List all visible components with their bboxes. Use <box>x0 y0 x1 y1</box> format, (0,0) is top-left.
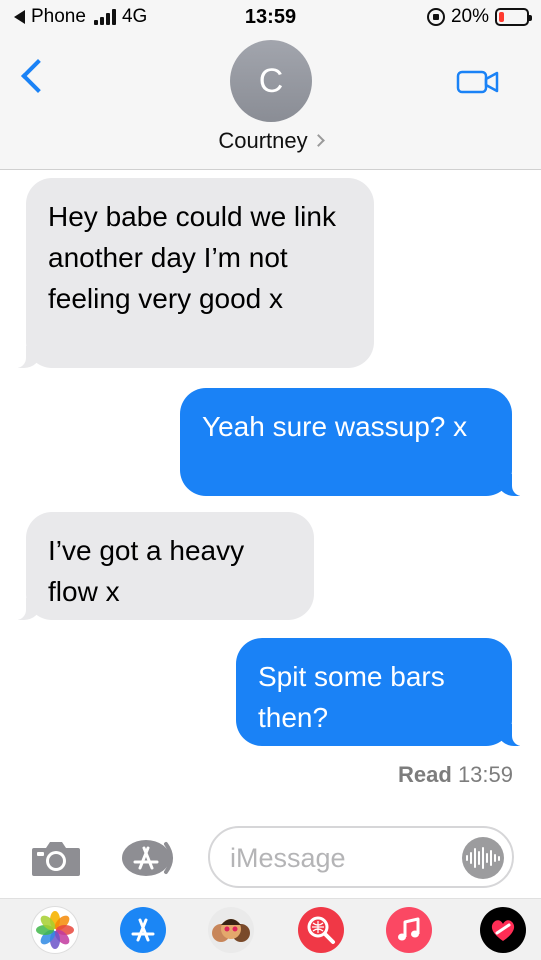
message-bubble-outgoing[interactable]: Spit some bars then? <box>236 638 524 746</box>
message-text: Spit some bars then? <box>258 661 445 733</box>
message-bubble-outgoing[interactable]: Yeah sure wassup? x <box>180 388 524 496</box>
message-text: Hey babe could we link another day I’m n… <box>48 201 336 314</box>
read-label: Read <box>398 762 452 787</box>
music-icon[interactable] <box>386 907 432 953</box>
camera-icon[interactable] <box>30 838 82 878</box>
app-store-icon[interactable] <box>120 838 178 878</box>
back-chevron-icon[interactable] <box>21 59 55 93</box>
read-receipt: Read 13:59 <box>398 762 513 788</box>
app-drawer <box>0 898 541 960</box>
message-bubble-incoming[interactable]: I’ve got a heavy flow x <box>14 512 314 620</box>
contact-name[interactable]: Courtney <box>218 128 307 153</box>
message-text: I’ve got a heavy flow x <box>48 535 245 607</box>
battery-icon <box>495 8 532 26</box>
chevron-right-icon <box>311 134 325 147</box>
memoji-icon[interactable] <box>208 907 254 953</box>
web-search-icon[interactable] <box>298 907 344 953</box>
status-bar: Phone 4G 13:59 20% <box>0 0 541 36</box>
status-right: 20% <box>426 6 532 28</box>
battery-percent: 20% <box>450 6 489 27</box>
orientation-lock-icon <box>426 8 445 26</box>
video-camera-icon[interactable] <box>456 68 500 96</box>
message-text: Yeah sure wassup? x <box>202 411 468 442</box>
battery-tip <box>529 15 532 21</box>
contact-avatar[interactable]: C <box>230 40 312 122</box>
photos-icon[interactable] <box>32 907 78 953</box>
contact-name-row[interactable]: Courtney <box>0 128 541 154</box>
message-input[interactable] <box>230 840 460 876</box>
avatar-initial: C <box>258 61 284 100</box>
message-bubble-incoming[interactable]: Hey babe could we link another day I’m n… <box>14 178 374 368</box>
app-store-drawer-icon[interactable] <box>120 907 166 953</box>
read-time: 13:59 <box>457 762 513 787</box>
battery-level <box>499 12 504 22</box>
imessage-field[interactable] <box>208 826 514 888</box>
heart-icon[interactable] <box>480 907 526 953</box>
conversation-header: C Courtney <box>0 36 541 170</box>
audio-waveform-icon[interactable] <box>462 837 504 879</box>
